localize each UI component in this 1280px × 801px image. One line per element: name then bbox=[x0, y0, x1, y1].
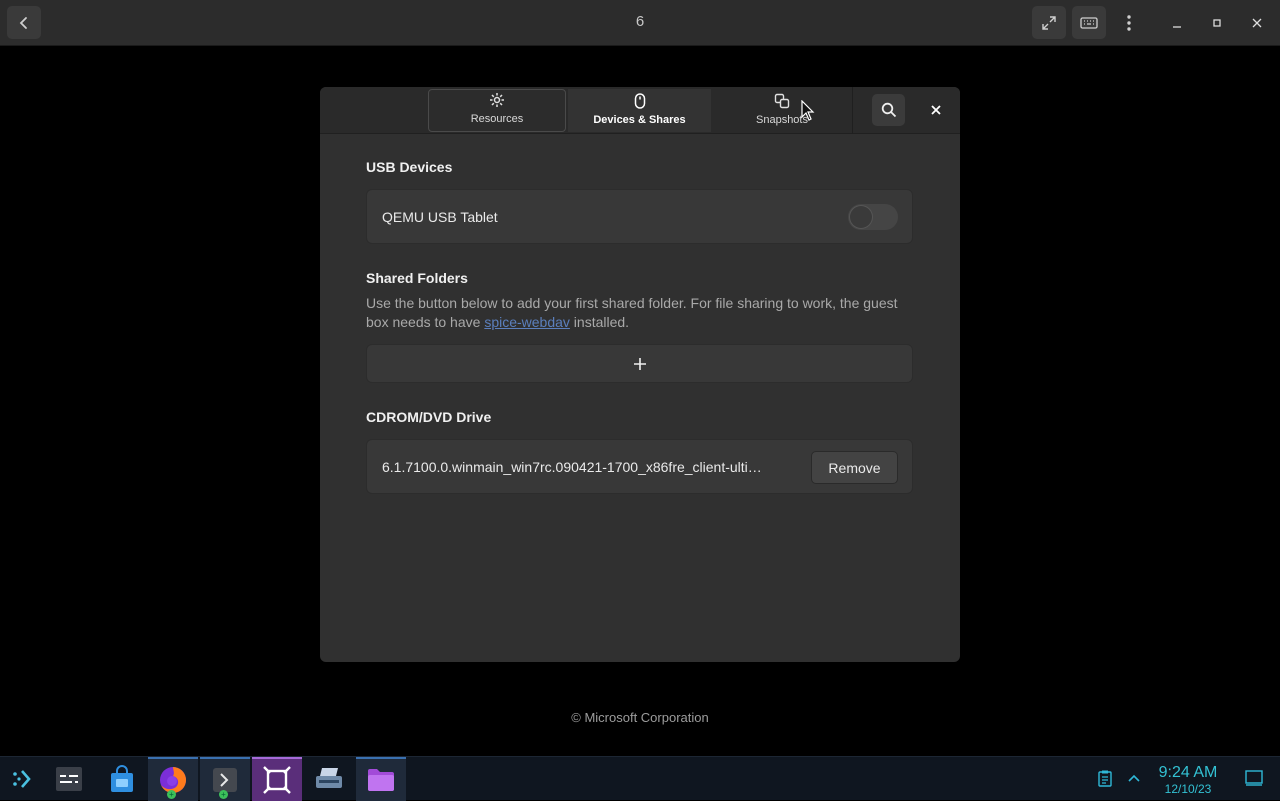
cdrom-file-name: 6.1.7100.0.winmain_win7rc.090421-1700_x8… bbox=[382, 459, 762, 475]
scanner-icon bbox=[316, 768, 342, 788]
boxes-icon bbox=[263, 766, 291, 794]
shared-folders-description: Use the button below to add your first s… bbox=[366, 294, 906, 332]
maximize-button[interactable] bbox=[1208, 14, 1226, 32]
tray-expand-button[interactable] bbox=[1125, 769, 1143, 787]
dialog-header: Resources Devices & Shares Snapshots bbox=[320, 87, 960, 134]
fullscreen-button[interactable] bbox=[1032, 6, 1066, 39]
shared-folders-title: Shared Folders bbox=[366, 270, 468, 286]
spice-webdav-link[interactable]: spice-webdav bbox=[484, 314, 570, 330]
search-icon bbox=[881, 102, 896, 118]
show-desktop-button[interactable] bbox=[1245, 769, 1263, 787]
taskbar: + + 9:24 AM 12/10/23 bbox=[0, 756, 1280, 801]
taskbar-firefox[interactable]: + bbox=[148, 757, 198, 801]
taskbar-terminal[interactable]: + bbox=[200, 757, 250, 801]
dialog-close-button[interactable] bbox=[922, 100, 950, 120]
taskbar-scanner[interactable] bbox=[304, 757, 354, 801]
keyboard-icon bbox=[1080, 16, 1098, 29]
usb-device-label: QEMU USB Tablet bbox=[382, 209, 498, 225]
clipboard-icon bbox=[1098, 770, 1112, 787]
tab-devices-shares[interactable]: Devices & Shares bbox=[568, 89, 711, 132]
mouse-icon bbox=[634, 93, 645, 109]
description-text-end: installed. bbox=[569, 314, 630, 330]
maximize-icon bbox=[1213, 19, 1221, 27]
add-shared-folder-button[interactable] bbox=[366, 344, 913, 383]
fullscreen-icon bbox=[1042, 15, 1056, 30]
keyboard-button[interactable] bbox=[1072, 6, 1106, 39]
cdrom-row: 6.1.7100.0.winmain_win7rc.090421-1700_x8… bbox=[366, 439, 913, 494]
plus-icon bbox=[633, 357, 646, 370]
taskbar-system-settings[interactable] bbox=[44, 757, 94, 801]
description-text: Use the button below to add your first s… bbox=[366, 295, 898, 330]
tab-devices-label: Devices & Shares bbox=[593, 114, 686, 126]
chevron-up-icon bbox=[1128, 774, 1140, 782]
remove-button[interactable]: Remove bbox=[811, 451, 898, 484]
close-icon bbox=[931, 105, 941, 115]
running-indicator: + bbox=[219, 790, 228, 799]
running-indicator: + bbox=[167, 790, 176, 799]
close-window-button[interactable] bbox=[1248, 14, 1266, 32]
properties-dialog: Resources Devices & Shares Snapshots USB… bbox=[320, 87, 960, 662]
minimize-icon bbox=[1173, 26, 1181, 28]
gear-icon bbox=[490, 93, 504, 107]
clock-date[interactable]: 12/10/23 bbox=[1150, 782, 1226, 796]
launcher-icon bbox=[13, 770, 31, 788]
store-icon bbox=[111, 765, 133, 792]
mouse-cursor-icon bbox=[801, 100, 815, 121]
cdrom-title: CDROM/DVD Drive bbox=[366, 409, 492, 425]
vertical-dots-icon bbox=[1127, 14, 1131, 31]
copy-icon bbox=[774, 93, 790, 109]
search-button[interactable] bbox=[872, 94, 905, 126]
toggle-knob bbox=[850, 206, 872, 228]
taskbar-boxes[interactable] bbox=[252, 757, 302, 801]
minimize-button[interactable] bbox=[1168, 14, 1186, 32]
taskbar-store[interactable] bbox=[97, 757, 147, 801]
header-bar: 6 bbox=[0, 0, 1280, 46]
usb-device-toggle[interactable] bbox=[848, 204, 898, 230]
tab-resources[interactable]: Resources bbox=[428, 89, 566, 132]
header-separator bbox=[852, 87, 853, 134]
tab-resources-label: Resources bbox=[470, 113, 524, 125]
clipboard-tray-button[interactable] bbox=[1096, 769, 1114, 787]
app-launcher-button[interactable] bbox=[0, 757, 44, 801]
system-settings-icon bbox=[56, 767, 82, 791]
show-desktop-icon bbox=[1245, 770, 1263, 786]
usb-devices-title: USB Devices bbox=[366, 159, 453, 175]
tab-snapshots[interactable]: Snapshots bbox=[712, 89, 852, 132]
files-icon bbox=[368, 769, 394, 791]
copyright-text: © Microsoft Corporation bbox=[571, 710, 709, 725]
usb-device-row: QEMU USB Tablet bbox=[366, 189, 913, 244]
menu-button[interactable] bbox=[1112, 6, 1146, 39]
taskbar-files[interactable] bbox=[356, 757, 406, 801]
close-icon bbox=[1252, 18, 1262, 28]
clock-time[interactable]: 9:24 AM bbox=[1150, 764, 1226, 782]
